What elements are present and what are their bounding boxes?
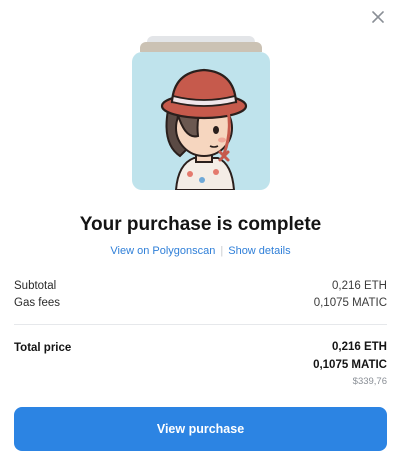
- close-button[interactable]: [369, 8, 387, 26]
- total-price-usd: $339,76: [352, 376, 387, 387]
- divider: [14, 324, 387, 325]
- gas-fees-label: Gas fees: [14, 297, 61, 309]
- links-row: View on Polygonscan | Show details: [0, 245, 401, 257]
- total-price-eth: 0,216 ETH: [332, 341, 387, 353]
- page-title: Your purchase is complete: [79, 214, 322, 235]
- total-price-label: Total price: [14, 342, 72, 354]
- close-icon: [372, 11, 384, 23]
- total-price-matic: 0,1075 MATIC: [313, 359, 387, 371]
- nft-character-illustration: [160, 68, 247, 190]
- gas-fees-row: Gas fees 0,1075 MATIC: [14, 297, 387, 309]
- show-details-link[interactable]: Show details: [228, 245, 290, 257]
- view-on-polygonscan-link[interactable]: View on Polygonscan: [110, 245, 215, 257]
- subtotal-label: Subtotal: [14, 280, 57, 292]
- gas-fees-value: 0,1075 MATIC: [313, 297, 387, 309]
- nft-preview: [0, 36, 401, 190]
- card-stack-middle: [139, 42, 262, 52]
- subtotal-row: Subtotal 0,216 ETH: [14, 280, 387, 292]
- view-purchase-button[interactable]: View purchase: [14, 407, 387, 451]
- subtotal-value: 0,216 ETH: [332, 280, 387, 292]
- link-separator: |: [220, 245, 224, 257]
- nft-image: [131, 52, 270, 190]
